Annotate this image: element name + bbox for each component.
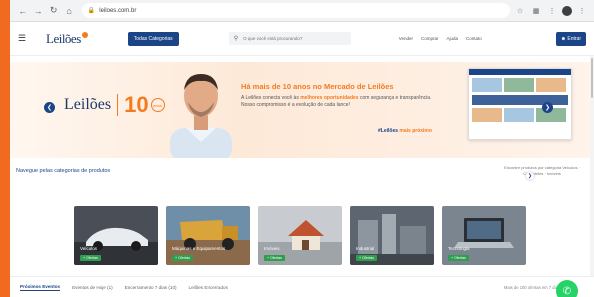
events-tabs: Próximos Eventos Eventos de Hoje (1) Enc… (10, 276, 594, 297)
category-cards: Veículos + Ofertas Máquinas e Equipament… (74, 206, 534, 265)
category-card-veiculos[interactable]: Veículos + Ofertas (74, 206, 158, 265)
header-link-ajuda[interactable]: Ajuda (446, 36, 458, 41)
home-icon[interactable]: ⌂ (62, 4, 75, 18)
hero-logo: Leilões 10 anos (64, 92, 165, 118)
reload-icon[interactable]: ↻ (47, 4, 60, 18)
category-card-tecnologia[interactable]: Tecnologia + Ofertas (442, 206, 526, 265)
mockup-header (469, 69, 571, 75)
login-button[interactable]: ☻ Entrar (555, 31, 586, 46)
mockup-tile (536, 78, 566, 92)
whatsapp-chat-button[interactable]: ✆ (556, 280, 578, 297)
category-label: Industrial (356, 246, 375, 251)
categories-heading: Navegue pelas categorias de produtos (16, 168, 111, 174)
arrow-left-icon[interactable]: ← (16, 4, 29, 18)
star-icon[interactable]: ☆ (514, 5, 526, 17)
extensions-icon[interactable]: ▦ (530, 5, 542, 17)
site-mockup-image (468, 68, 572, 140)
search-icon[interactable]: ⚲ (234, 35, 238, 42)
header-link-contato[interactable]: Contato (466, 36, 482, 41)
categories-section: Navegue pelas categorias de produtos Enc… (10, 158, 594, 266)
more-icon[interactable]: ⋮ (576, 5, 588, 17)
menu-dots-icon[interactable]: ⋮ (546, 5, 558, 17)
categories-hint: Encontre produtos por categoria Veículos… (504, 165, 580, 176)
tab-eventos-hoje[interactable]: Eventos de Hoje (1) (72, 285, 113, 290)
category-count-badge: + Ofertas (80, 255, 101, 261)
categories-button-label: Todas Categorias (133, 35, 173, 42)
hero-subtitle-highlight: melhores oportunidades (300, 95, 359, 101)
all-categories-button[interactable]: Todas Categorias (127, 31, 179, 46)
site-header: ☰ Leilões Todas Categorias ⚲ Vender Comp… (10, 22, 594, 56)
category-count-badge: + Ofertas (448, 255, 469, 261)
arrow-right-icon[interactable]: → (31, 4, 44, 18)
hero-subtitle-pre: A Leilões conecta você às (241, 95, 301, 101)
spokesperson-photo (170, 74, 232, 158)
hamburger-menu-icon[interactable]: ☰ (18, 33, 32, 44)
site-logo[interactable]: Leilões (46, 31, 88, 47)
category-card-industrial[interactable]: Industrial + Ofertas (350, 206, 434, 265)
user-icon: ☻ (560, 35, 568, 42)
hero-title: Há mais de 10 anos no Mercado de Leilões (241, 82, 394, 91)
url-text: leiloes.com.br (99, 7, 137, 14)
logo-dot (81, 31, 88, 38)
whatsapp-icon: ✆ (562, 285, 572, 297)
category-label: Tecnologia (448, 246, 470, 251)
address-bar[interactable]: 🔒 leiloes.com.br (81, 3, 510, 18)
category-label: Máquinas e Equipamentos (172, 246, 226, 251)
tab-encerramento-7-dias[interactable]: Encerramento 7 dias (10) (125, 285, 177, 290)
logo-text: Leilões (46, 30, 81, 46)
login-button-label: Entrar (567, 35, 581, 42)
mockup-tile (504, 78, 534, 92)
mockup-row (472, 108, 568, 122)
events-summary: Mais de 100 ofertas em 7 dias (503, 284, 560, 290)
mockup-tile (472, 108, 502, 122)
category-count-badge: + Ofertas (356, 255, 377, 261)
mockup-tile (504, 108, 534, 122)
profile-avatar[interactable] (562, 5, 572, 16)
browser-window: ← → ↻ ⌂ 🔒 leiloes.com.br ☆ ▦ ⋮ ⋮ ☰ Leilõ… (10, 0, 594, 297)
header-links: Vender Comprar Ajuda Contato (399, 36, 490, 41)
carousel-prev-button[interactable]: ❮ (44, 102, 55, 113)
category-count-badge: + Ofertas (264, 255, 285, 261)
header-link-vender[interactable]: Vender (399, 36, 413, 41)
category-label: Veículos (80, 246, 98, 251)
mockup-tile (472, 78, 502, 92)
anniversary-number: 10 (124, 92, 149, 117)
hero-logo-text: Leilões (64, 96, 112, 113)
cards-next-button[interactable]: ❯ (526, 172, 534, 180)
search-box: ⚲ (228, 32, 351, 45)
hero-tagline-highlight: mais próximo (399, 128, 432, 134)
hero-tagline: #Leilões mais próximo (378, 128, 432, 134)
category-label: Imóveis (264, 246, 280, 251)
mockup-band (472, 95, 568, 105)
hero-tagline-pre: #Leilões (378, 128, 400, 134)
tab-proximos-eventos[interactable]: Próximos Eventos (20, 284, 61, 291)
browser-toolbar: ← → ↻ ⌂ 🔒 leiloes.com.br ☆ ▦ ⋮ ⋮ (10, 0, 594, 22)
lock-icon: 🔒 (87, 8, 96, 14)
hero-logo-divider (117, 94, 119, 116)
category-count-badge: + Ofertas (172, 255, 193, 261)
mockup-row (472, 78, 568, 92)
carousel-next-button[interactable]: ❯ (542, 102, 553, 113)
category-card-maquinas[interactable]: Máquinas e Equipamentos + Ofertas (166, 206, 250, 265)
header-link-comprar[interactable]: Comprar (421, 36, 439, 41)
browser-actions: ☆ ▦ ⋮ ⋮ (510, 5, 588, 17)
tab-leiloes-encerrados[interactable]: Leilões Encerrados (189, 285, 228, 290)
hero-subtitle: A Leilões conecta você às melhores oport… (241, 95, 446, 109)
scrollbar-thumb[interactable] (591, 58, 593, 98)
category-card-imoveis[interactable]: Imóveis + Ofertas (258, 206, 342, 265)
hero-banner: ❮ Leilões 10 anos Há mais de 10 anos no … (10, 62, 594, 158)
search-input[interactable] (243, 36, 344, 41)
